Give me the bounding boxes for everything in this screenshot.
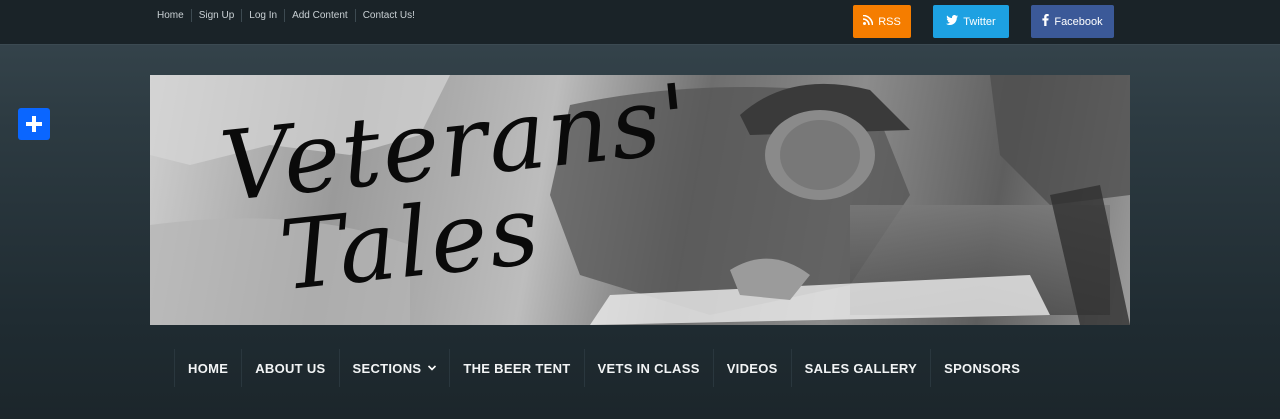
chevron-down-icon	[428, 363, 437, 373]
nav-item-sections[interactable]: SECTIONS	[338, 349, 450, 387]
nav-item-home[interactable]: HOME	[174, 349, 241, 387]
nav-label: SALES GALLERY	[804, 360, 918, 376]
main-nav: HOME ABOUT US SECTIONS THE BEER TENT VET…	[174, 349, 1033, 387]
nav-item-sales-gallery[interactable]: SALES GALLERY	[790, 349, 930, 387]
twitter-button[interactable]: Twitter	[933, 5, 1009, 38]
rss-icon	[863, 14, 874, 28]
nav-label: THE BEER TENT	[463, 360, 571, 376]
facebook-label: Facebook	[1054, 15, 1103, 28]
top-link-home[interactable]: Home	[150, 9, 191, 22]
nav-label: ABOUT US	[255, 360, 326, 376]
nav-item-about-us[interactable]: ABOUT US	[241, 349, 338, 387]
twitter-icon	[946, 15, 959, 28]
top-link-add-content[interactable]: Add Content	[284, 9, 355, 22]
rss-label: RSS	[878, 15, 901, 28]
share-plus-icon	[26, 116, 42, 132]
top-link-sign-up[interactable]: Sign Up	[190, 9, 242, 22]
nav-item-sponsors[interactable]: SPONSORS	[930, 349, 1033, 387]
nav-label: SECTIONS	[352, 360, 422, 376]
facebook-icon	[1042, 14, 1050, 29]
nav-label: HOME	[188, 360, 229, 376]
facebook-button[interactable]: Facebook	[1031, 5, 1114, 38]
rss-button[interactable]: RSS	[853, 5, 911, 38]
nav-item-beer-tent[interactable]: THE BEER TENT	[449, 349, 583, 387]
twitter-label: Twitter	[963, 15, 996, 28]
header-banner[interactable]: Veterans' Tales	[150, 75, 1130, 325]
nav-label: SPONSORS	[944, 360, 1021, 376]
nav-item-videos[interactable]: VIDEOS	[712, 349, 791, 387]
top-link-log-in[interactable]: Log In	[241, 9, 284, 22]
nav-label: VETS IN CLASS	[597, 360, 700, 376]
nav-label: VIDEOS	[726, 360, 778, 376]
top-bar: Home Sign Up Log In Add Content Contact …	[0, 0, 1280, 45]
top-links: Home Sign Up Log In Add Content Contact …	[150, 9, 422, 22]
top-link-contact[interactable]: Contact Us!	[354, 9, 422, 22]
share-button[interactable]	[18, 108, 50, 140]
nav-item-vets-in-class[interactable]: VETS IN CLASS	[583, 349, 713, 387]
